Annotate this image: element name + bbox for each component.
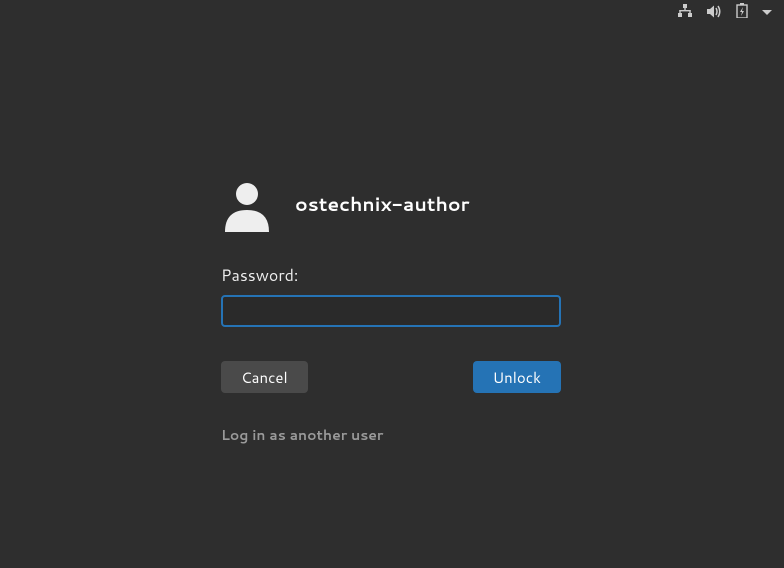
network-icon[interactable] (677, 1, 693, 24)
login-as-another-user-link[interactable]: Log in as another user (221, 425, 561, 445)
password-label: Password: (221, 264, 561, 287)
cancel-button[interactable]: Cancel (221, 361, 308, 393)
login-panel: ostechnix-author Password: Cancel Unlock… (221, 180, 561, 445)
unlock-button[interactable]: Unlock (473, 361, 561, 393)
user-row: ostechnix-author (221, 180, 561, 232)
avatar (221, 180, 273, 232)
volume-icon[interactable] (707, 1, 722, 24)
top-panel-status-area (665, 0, 784, 24)
button-row: Cancel Unlock (221, 361, 561, 393)
username-label: ostechnix-author (295, 191, 469, 222)
password-input[interactable] (221, 295, 561, 327)
battery-icon[interactable] (736, 1, 748, 24)
chevron-down-icon[interactable] (762, 10, 772, 15)
